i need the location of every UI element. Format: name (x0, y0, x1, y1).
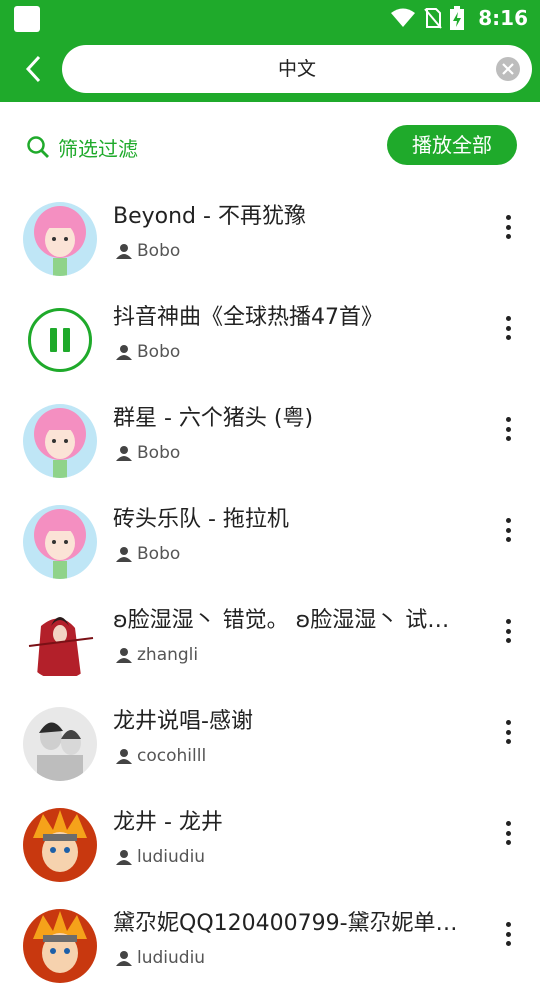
track-thumbnail (23, 909, 97, 983)
author-name: Bobo (137, 544, 181, 564)
track-title: ʚ脸湿湿丶 错觉。 ʚ脸湿湿丶 试… (113, 608, 450, 633)
track-thumbnail (23, 404, 97, 478)
track-author: Bobo (116, 340, 180, 364)
battery-charging-icon (450, 6, 465, 30)
user-icon (116, 446, 132, 461)
back-button[interactable] (14, 48, 54, 90)
track-title: 群星 - 六个猪头 (粤) (113, 406, 314, 431)
author-name: Bobo (137, 443, 181, 463)
clock: 8:16 (478, 6, 528, 30)
track-title: 龙井说唱-感谢 (113, 709, 253, 734)
user-icon (116, 648, 132, 663)
user-icon (116, 345, 132, 360)
clear-search-button[interactable] (496, 57, 520, 81)
play-all-button[interactable]: 播放全部 (387, 125, 517, 165)
pause-icon[interactable] (28, 308, 92, 372)
author-name: zhangli (137, 645, 199, 665)
no-sim-icon (424, 8, 443, 29)
user-icon (116, 951, 132, 966)
author-name: cocohilll (137, 746, 207, 766)
more-options-icon[interactable] (496, 414, 520, 444)
more-options-icon[interactable] (496, 515, 520, 545)
track-author: cocohilll (116, 744, 206, 768)
chevron-left-icon (25, 55, 41, 83)
track-title: 黛尕妮QQ120400799-黛尕妮单… (113, 911, 458, 936)
track-row[interactable]: 龙井 - 龙井 ludiudiu (0, 794, 540, 895)
track-thumbnail (23, 202, 97, 276)
close-icon (502, 63, 514, 75)
track-author: Bobo (116, 239, 180, 263)
author-name: Bobo (137, 342, 181, 362)
list-toolbar: 筛选过滤 播放全部 (0, 102, 540, 188)
track-row[interactable]: Beyond - 不再犹豫 Bobo (0, 188, 540, 289)
more-options-icon[interactable] (496, 212, 520, 242)
track-title: 砖头乐队 - 拖拉机 (113, 507, 289, 532)
user-icon (116, 547, 132, 562)
more-options-icon[interactable] (496, 919, 520, 949)
more-options-icon[interactable] (496, 616, 520, 646)
app-notification-icon (14, 6, 40, 32)
user-icon (116, 850, 132, 865)
track-author: ludiudiu (116, 946, 205, 970)
status-bar: 8:16 (0, 0, 540, 36)
user-icon (116, 244, 132, 259)
track-thumbnail (23, 707, 97, 781)
search-input[interactable]: 中文 (62, 45, 532, 93)
track-thumbnail (23, 505, 97, 579)
track-author: Bobo (116, 542, 180, 566)
track-title: 抖音神曲《全球热播47首》 (113, 305, 383, 330)
track-row[interactable]: 龙井说唱-感谢 cocohilll (0, 693, 540, 794)
filter-button[interactable]: 筛选过滤 (26, 132, 138, 162)
more-options-icon[interactable] (496, 717, 520, 747)
filter-label: 筛选过滤 (58, 136, 138, 161)
status-icons: 8:16 (390, 0, 528, 36)
search-query[interactable]: 中文 (62, 45, 532, 93)
author-name: ludiudiu (137, 948, 206, 968)
app-header: 中文 (0, 36, 540, 102)
author-name: ludiudiu (137, 847, 206, 867)
track-thumbnail (23, 606, 97, 680)
track-row[interactable]: 抖音神曲《全球热播47首》 Bobo (0, 289, 540, 390)
track-thumbnail (23, 808, 97, 882)
track-title: 龙井 - 龙井 (113, 810, 223, 835)
more-options-icon[interactable] (496, 313, 520, 343)
wifi-icon (391, 8, 416, 27)
track-list: Beyond - 不再犹豫 Bobo 抖音神曲《全球热播47首》 Bobo 群星 - 六… (0, 188, 540, 996)
track-row[interactable]: 黛尕妮QQ120400799-黛尕妮单… ludiudiu (0, 895, 540, 996)
track-author: Bobo (116, 441, 180, 465)
author-name: Bobo (137, 241, 181, 261)
track-author: zhangli (116, 643, 198, 667)
track-title: Beyond - 不再犹豫 (113, 204, 306, 229)
search-icon (27, 136, 49, 158)
more-options-icon[interactable] (496, 818, 520, 848)
track-author: ludiudiu (116, 845, 205, 869)
track-row[interactable]: 群星 - 六个猪头 (粤) Bobo (0, 390, 540, 491)
track-row[interactable]: 砖头乐队 - 拖拉机 Bobo (0, 491, 540, 592)
track-row[interactable]: ʚ脸湿湿丶 错觉。 ʚ脸湿湿丶 试… zhangli (0, 592, 540, 693)
user-icon (116, 749, 132, 764)
